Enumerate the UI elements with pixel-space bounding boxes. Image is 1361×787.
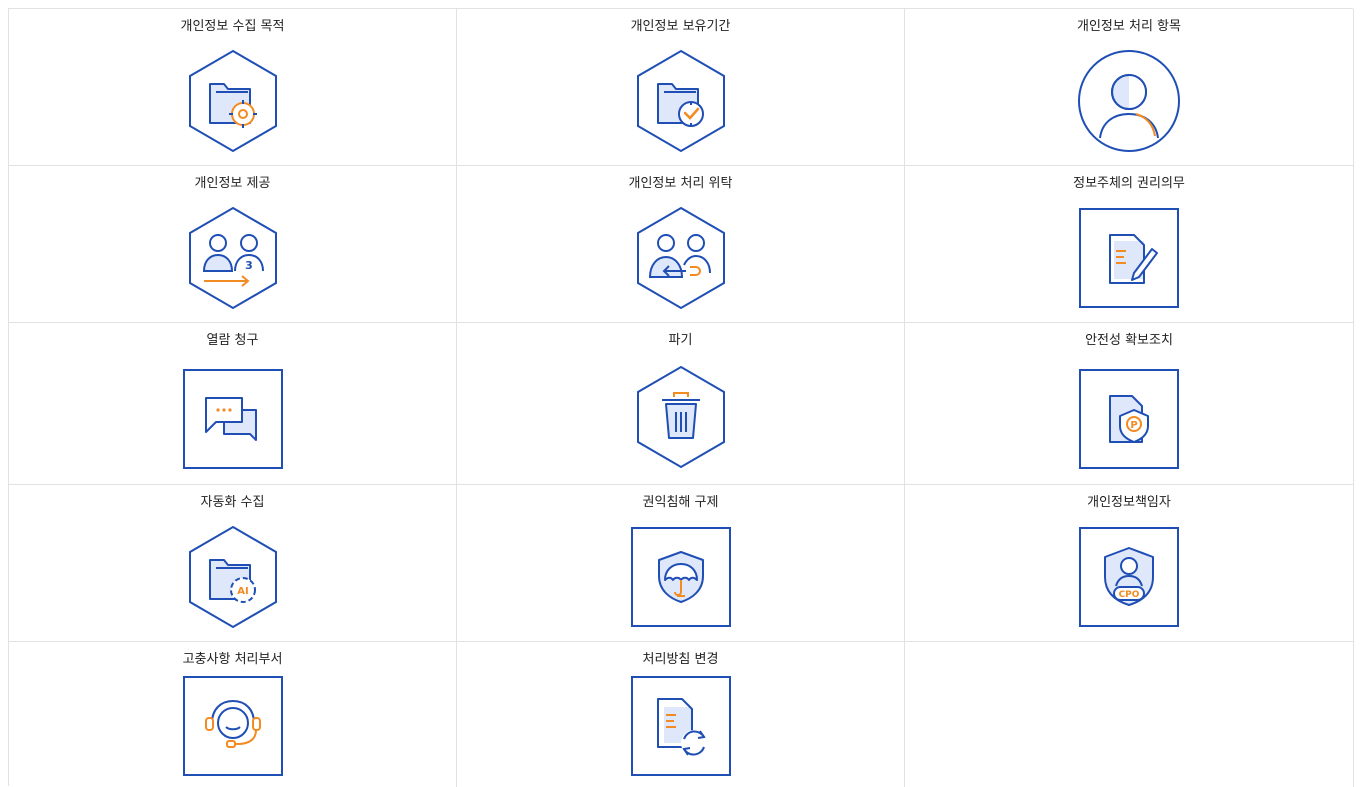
menu-item-label: 열람 청구 (206, 333, 259, 348)
privacy-policy-menu-grid: 개인정보 수집 목적 개인정보 보유기간 개인정보 처리 항목 개인정보 제공 … (8, 8, 1354, 787)
menu-item-security-measures[interactable]: 안전성 확보조치 P (905, 323, 1354, 485)
cpo-shield-icon: CPO (1076, 524, 1182, 630)
menu-item-label: 개인정보 처리 항목 (1077, 19, 1181, 34)
svg-text:AI: AI (237, 586, 248, 597)
third-party-provision-icon: 3 (180, 205, 286, 311)
menu-item-label: 개인정보 제공 (194, 176, 271, 191)
menu-item-cpo[interactable]: 개인정보책임자 CPO (905, 485, 1354, 642)
menu-item-provision[interactable]: 개인정보 제공 3 (9, 166, 457, 323)
menu-item-label: 개인정보책임자 (1087, 495, 1171, 510)
menu-item-access-request[interactable]: 열람 청구 (9, 323, 457, 485)
menu-item-grievance-department[interactable]: 고충사항 처리부서 (9, 642, 457, 787)
menu-item-label: 파기 (668, 333, 693, 348)
trash-bin-icon (628, 364, 734, 470)
menu-item-remedy[interactable]: 권익침해 구제 (457, 485, 905, 642)
outsourcing-icon (628, 205, 734, 311)
menu-item-label: 권익침해 구제 (642, 495, 719, 510)
menu-item-label: 정보주체의 권리의무 (1073, 176, 1185, 191)
menu-item-label: 안전성 확보조치 (1085, 333, 1173, 348)
menu-item-policy-change[interactable]: 처리방침 변경 (457, 642, 905, 787)
svg-text:CPO: CPO (1119, 590, 1140, 600)
menu-item-collection-purpose[interactable]: 개인정보 수집 목적 (9, 9, 457, 166)
person-icon (1076, 48, 1182, 154)
menu-item-label: 자동화 수집 (200, 495, 265, 510)
menu-item-label: 개인정보 보유기간 (630, 19, 731, 34)
svg-text:3: 3 (245, 259, 253, 272)
document-pen-icon (1076, 205, 1182, 311)
folder-ai-icon: AI (180, 524, 286, 630)
folder-clock-icon (628, 48, 734, 154)
umbrella-shield-icon (628, 524, 734, 630)
menu-item-retention-period[interactable]: 개인정보 보유기간 (457, 9, 905, 166)
menu-item-automated-collection[interactable]: 자동화 수집 AI (9, 485, 457, 642)
menu-item-label: 고충사항 처리부서 (182, 652, 283, 667)
menu-item-outsourcing[interactable]: 개인정보 처리 위탁 (457, 166, 905, 323)
menu-item-label: 처리방침 변경 (642, 652, 719, 667)
menu-item-destruction[interactable]: 파기 (457, 323, 905, 485)
menu-item-processing-items[interactable]: 개인정보 처리 항목 (905, 9, 1354, 166)
menu-item-label: 개인정보 수집 목적 (180, 19, 285, 34)
svg-text:P: P (1130, 420, 1137, 431)
headset-icon (180, 673, 286, 779)
menu-item-subject-rights[interactable]: 정보주체의 권리의무 (905, 166, 1354, 323)
chat-bubbles-icon (180, 366, 286, 472)
document-refresh-icon (628, 673, 734, 779)
empty-cell (905, 642, 1354, 787)
document-shield-icon: P (1076, 366, 1182, 472)
menu-item-label: 개인정보 처리 위탁 (628, 176, 733, 191)
folder-gear-icon (180, 48, 286, 154)
